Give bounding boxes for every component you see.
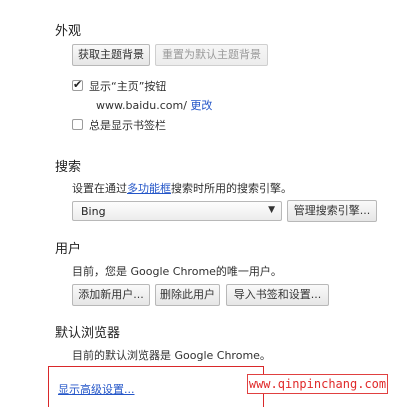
show-home-checkbox[interactable]: ✔ bbox=[72, 78, 83, 91]
search-title: 搜索 bbox=[55, 160, 82, 175]
home-url: www.baidu.com/ bbox=[96, 99, 187, 112]
import-bookmarks-button[interactable]: 导入书签和设置... bbox=[226, 284, 329, 306]
appearance-title: 外观 bbox=[55, 24, 82, 39]
users-description: 目前，您是 Google Chrome的唯一用户。 bbox=[72, 265, 282, 278]
delete-user-button[interactable]: 删除此用户 bbox=[155, 284, 220, 306]
dropdown-arrow-icon: ▼ bbox=[268, 205, 275, 215]
show-advanced-settings-link[interactable]: 显示高级设置... bbox=[58, 381, 135, 397]
watermark-label: www.qinpinchang.com bbox=[247, 374, 388, 394]
home-url-row: www.baidu.com/ 更改 bbox=[96, 97, 212, 113]
bookmarks-bar-checkbox[interactable] bbox=[72, 119, 83, 130]
manage-search-engines-button[interactable]: 管理搜索引擎... bbox=[287, 200, 377, 222]
add-user-button[interactable]: 添加新用户... bbox=[72, 284, 150, 306]
search-engine-select[interactable]: Bing ▼ bbox=[72, 201, 282, 221]
users-title: 用户 bbox=[55, 242, 82, 257]
default-browser-title: 默认浏览器 bbox=[55, 326, 121, 341]
bookmarks-bar-label: 总是显示书签栏 bbox=[89, 119, 166, 132]
search-description: 设置在通过多功能框搜索时所用的搜索引擎。 bbox=[72, 180, 292, 196]
default-browser-description: 目前的默认浏览器是 Google Chrome。 bbox=[72, 349, 271, 362]
search-desc-after: 搜索时所用的搜索引擎。 bbox=[171, 182, 292, 195]
get-theme-button[interactable]: 获取主题背景 bbox=[72, 44, 150, 66]
search-desc-before: 设置在通过 bbox=[72, 182, 127, 195]
search-engine-value: Bing bbox=[81, 205, 106, 218]
home-change-link[interactable]: 更改 bbox=[190, 99, 212, 112]
checkmark-icon: ✔ bbox=[73, 78, 83, 91]
show-home-label: 显示“主页”按钮 bbox=[89, 80, 167, 93]
reset-theme-button[interactable]: 重置为默认主题背景 bbox=[155, 44, 268, 66]
omnibox-link[interactable]: 多功能框 bbox=[127, 182, 171, 195]
